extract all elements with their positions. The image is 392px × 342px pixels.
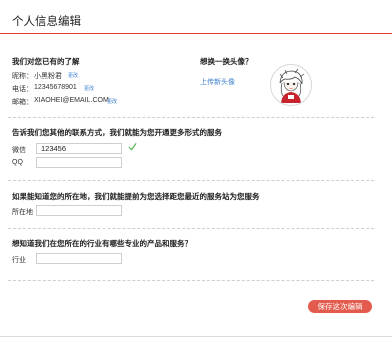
phone-label: 电话：: [12, 86, 33, 93]
industry-heading: 想知道我们在您所在的行业有哪些专业的产品和服务？: [12, 239, 192, 248]
location-label: 所在地: [12, 209, 33, 216]
section-divider: [8, 228, 374, 229]
location-heading: 如果能知道您的所在地，我们就能提前为您选择距您最近的服务站为您服务: [12, 192, 260, 201]
nickname-edit-link[interactable]: 更改: [68, 72, 78, 79]
section-divider: [8, 280, 374, 281]
nickname-value: 小黑粉君: [34, 73, 62, 80]
location-input[interactable]: [36, 205, 122, 216]
phone-edit-link[interactable]: 更改: [84, 85, 94, 92]
industry-label: 行业: [12, 257, 26, 264]
bottom-divider: [0, 336, 392, 337]
industry-input[interactable]: [36, 253, 122, 264]
wechat-input[interactable]: [36, 143, 122, 154]
section-divider: [8, 117, 374, 118]
avatar-heading: 想换一换头像？: [200, 57, 253, 66]
email-value: XIAOHEI@EMAIL.COM: [34, 97, 109, 104]
check-icon: [128, 142, 137, 151]
save-button[interactable]: 保存这次编辑: [308, 300, 372, 313]
phone-value: 12345678901: [34, 84, 77, 91]
qq-label: QQ: [12, 159, 23, 166]
section-divider: [8, 180, 374, 181]
avatar-illustration: [273, 67, 309, 103]
qq-input[interactable]: [36, 157, 122, 168]
profile-edit-page: 个人信息编辑 我们对您已有的了解 昵称： 小黑粉君 更改 电话： 1234567…: [0, 0, 392, 342]
upload-avatar-link[interactable]: 上传新头像: [200, 77, 235, 87]
known-info-heading: 我们对您已有的了解: [12, 57, 80, 66]
title-divider: [0, 33, 392, 34]
avatar[interactable]: [270, 64, 312, 106]
contact-heading: 告诉我们您其他的联系方式，我们就能为您开通更多形式的服务: [12, 128, 222, 137]
email-edit-link[interactable]: 更改: [107, 98, 117, 105]
page-title: 个人信息编辑: [12, 16, 81, 28]
nickname-label: 昵称：: [12, 73, 33, 80]
wechat-label: 微信: [12, 147, 26, 154]
email-label: 邮箱：: [12, 99, 33, 106]
